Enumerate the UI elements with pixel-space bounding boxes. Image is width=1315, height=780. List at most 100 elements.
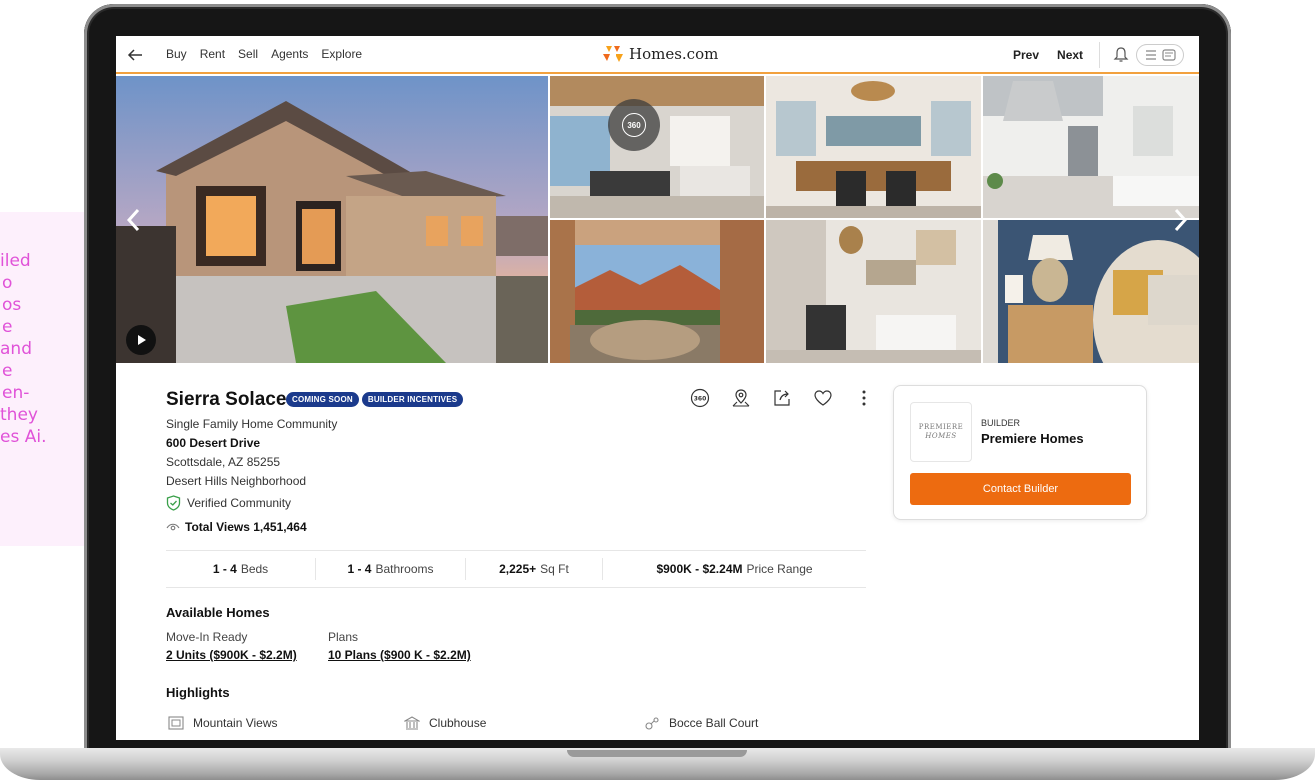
photo-gallery: 360	[116, 76, 1199, 363]
laptop-notch	[567, 750, 747, 757]
nav-link-sell[interactable]: Sell	[238, 47, 258, 61]
side-callout: iled o os e and e en- they es Ai.	[0, 212, 96, 546]
gallery-next-arrow[interactable]	[1170, 206, 1190, 234]
highlights-title: Highlights	[166, 685, 230, 700]
account-menu-pill[interactable]	[1136, 44, 1184, 66]
stat-price-label: Price Range	[746, 562, 813, 576]
listing-type: Single Family Home Community	[166, 417, 338, 431]
stat-beds-label: Beds	[240, 562, 269, 576]
plans-link[interactable]: 10 Plans ($900 K - $2.2M)	[328, 648, 471, 662]
tour-360-label: 360	[622, 113, 646, 137]
highlight-label: Clubhouse	[429, 716, 487, 730]
builder-card: PREMIERE HOMES BUILDER Premiere Homes Co…	[893, 385, 1147, 520]
move-in-ready-label: Move-In Ready	[166, 630, 248, 644]
listing-tags: COMING SOON BUILDER INCENTIVES	[286, 392, 464, 407]
homes-logo-icon	[603, 46, 623, 62]
stat-beds-value: 1 - 4	[212, 562, 237, 576]
eye-icon	[166, 523, 180, 531]
listing-stats: 1 - 4 Beds 1 - 4 Bathrooms 2,225+ Sq Ft …	[166, 550, 866, 588]
share-icon[interactable]	[772, 388, 792, 408]
verified-community: Verified Community	[166, 495, 291, 511]
builder-logo-line: HOMES	[925, 432, 957, 440]
highlight-clubhouse: Clubhouse	[404, 716, 486, 730]
callout-line: os	[2, 295, 22, 315]
bathroom-photo[interactable]	[766, 220, 981, 363]
highlight-bocce-ball: Bocce Ball Court	[644, 716, 758, 730]
kitchen-photo[interactable]	[983, 76, 1199, 218]
callout-line: they	[0, 405, 38, 425]
listing-neighborhood[interactable]: Desert Hills Neighborhood	[166, 474, 306, 488]
virtual-tour-360-button[interactable]: 360	[608, 99, 660, 151]
nav-link-explore[interactable]: Explore	[321, 47, 362, 61]
stat-sqft: 2,225+ Sq Ft	[466, 558, 603, 580]
contact-builder-button[interactable]: Contact Builder	[910, 473, 1131, 505]
stat-price-value: $900K - $2.24M	[656, 562, 743, 576]
tour-360-icon[interactable]: 360	[690, 388, 710, 408]
guest-bedroom-photo[interactable]	[983, 220, 1199, 363]
nav-links: Buy Rent Sell Agents Explore	[166, 47, 362, 61]
total-views-label: Total Views 1,451,464	[185, 520, 307, 534]
highlight-mountain-views: Mountain Views	[168, 716, 278, 730]
logo-text: Homes.com	[629, 45, 719, 63]
building-icon	[404, 716, 420, 730]
prev-button[interactable]: Prev	[1013, 48, 1039, 62]
shield-check-icon	[166, 495, 181, 511]
prev-next-nav: Prev Next	[1013, 48, 1083, 62]
next-button[interactable]: Next	[1057, 48, 1083, 62]
bocce-ball-icon	[645, 717, 659, 730]
stat-bathrooms: 1 - 4 Bathrooms	[316, 558, 466, 580]
svg-text:360: 360	[694, 396, 707, 403]
highlight-label: Bocce Ball Court	[669, 716, 759, 730]
stat-sqft-value: 2,225+	[499, 562, 537, 576]
tag-builder-incentives: BUILDER INCENTIVES	[361, 392, 464, 407]
window-view-icon	[168, 716, 184, 730]
nav-divider	[1099, 42, 1100, 68]
nav-link-buy[interactable]: Buy	[166, 47, 187, 61]
bedroom-photo[interactable]	[766, 76, 981, 218]
play-icon	[138, 335, 146, 345]
verified-label: Verified Community	[187, 496, 292, 510]
callout-text: iled o os e and e en- they es Ai.	[0, 250, 96, 448]
builder-name[interactable]: Premiere Homes	[981, 431, 1084, 446]
video-play-button[interactable]	[126, 325, 156, 355]
builder-logo-line: PREMIERE	[918, 423, 964, 431]
callout-line: iled	[0, 251, 31, 271]
callout-line: en-	[2, 383, 30, 403]
gallery-prev-arrow[interactable]	[124, 206, 144, 234]
listing-actions: 360	[690, 388, 874, 408]
stat-bathrooms-label: Bathrooms	[375, 562, 434, 576]
bell-icon[interactable]	[1113, 46, 1129, 64]
total-views: Total Views 1,451,464	[166, 520, 307, 534]
builder-logo[interactable]: PREMIERE HOMES	[910, 402, 972, 462]
more-options-icon[interactable]	[854, 388, 874, 408]
callout-line: and	[0, 339, 32, 359]
callout-line: e	[2, 361, 13, 381]
back-arrow-icon[interactable]	[126, 46, 144, 64]
balcony-photo[interactable]	[550, 220, 764, 363]
builder-kicker: BUILDER	[981, 418, 1021, 428]
stat-sqft-label: Sq Ft	[540, 562, 569, 576]
move-in-ready-link[interactable]: 2 Units ($900K - $2.2M)	[166, 648, 297, 662]
stat-beds: 1 - 4 Beds	[166, 558, 316, 580]
listing-title: Sierra Solace	[166, 389, 287, 410]
top-navbar: Buy Rent Sell Agents Explore Homes.com P…	[116, 36, 1199, 74]
main-exterior-photo[interactable]	[116, 76, 548, 363]
callout-line: es Ai.	[0, 427, 47, 447]
laptop-screen: Buy Rent Sell Agents Explore Homes.com P…	[116, 36, 1199, 740]
living-room-photo[interactable]	[550, 76, 764, 218]
heart-icon[interactable]	[813, 388, 833, 408]
tag-coming-soon: COMING SOON	[286, 392, 359, 407]
listing-city: Scottsdale, AZ 85255	[166, 455, 281, 469]
map-pin-icon[interactable]	[731, 388, 751, 408]
homes-logo[interactable]: Homes.com	[602, 44, 718, 64]
callout-line: e	[2, 317, 13, 337]
message-icon	[1161, 49, 1176, 61]
nav-link-rent[interactable]: Rent	[200, 47, 225, 61]
highlight-label: Mountain Views	[193, 716, 278, 730]
nav-link-agents[interactable]: Agents	[271, 47, 308, 61]
available-homes-title: Available Homes	[166, 605, 270, 620]
plans-label: Plans	[328, 630, 359, 644]
stat-bathrooms-value: 1 - 4	[347, 562, 372, 576]
callout-line: o	[2, 273, 13, 293]
hamburger-icon	[1145, 50, 1156, 60]
